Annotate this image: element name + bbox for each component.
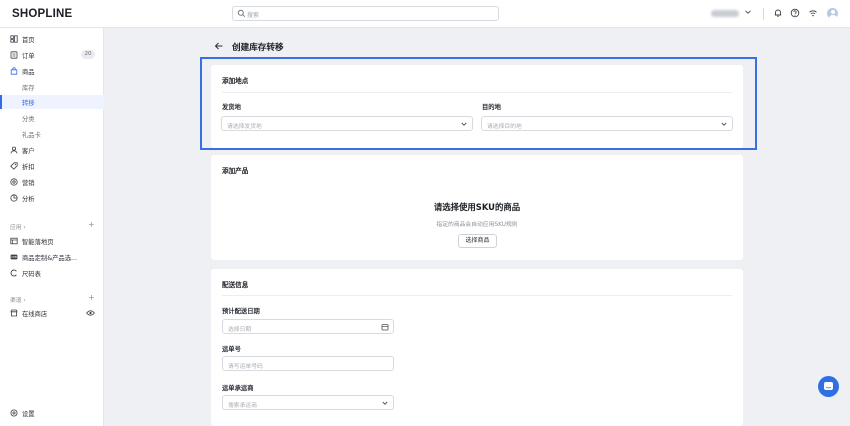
wifi-icon[interactable] <box>808 8 818 18</box>
order-icon <box>10 51 18 59</box>
help-icon[interactable] <box>790 8 800 18</box>
sidebar: 首页 订单 20 商品 库存 转移 分类 礼品卡 客户 折扣 营销 分析 应用 … <box>0 28 104 426</box>
tracking-number-input[interactable]: 请写运单号码 <box>222 356 394 371</box>
sidebar-item-label: 商品定制&产品选... <box>22 255 77 262</box>
sidebar-item-orders[interactable]: 订单 20 <box>0 48 104 62</box>
sidebar-app-landing-page[interactable]: 智能落地页 <box>0 234 104 248</box>
sidebar-item-label: 分析 <box>22 196 35 203</box>
empty-state-title: 请选择使用SKU的商品 <box>433 202 521 212</box>
sidebar-item-label: 智能落地页 <box>22 239 54 246</box>
size-chart-icon <box>10 269 17 277</box>
delivery-date-picker[interactable]: 选择日期 <box>222 319 394 334</box>
sidebar-item-label: 分类 <box>22 116 35 123</box>
search-placeholder: 搜索 <box>247 12 260 19</box>
calendar-icon <box>381 324 389 331</box>
highlight-frame <box>200 57 757 150</box>
search-input[interactable]: 搜索 <box>232 6 499 21</box>
sidebar-item-discounts[interactable]: 折扣 <box>0 159 104 173</box>
sidebar-item-label: 在线商店 <box>22 311 48 318</box>
analytics-icon <box>10 194 18 202</box>
sidebar-app-customizer[interactable]: CPB 商品定制&产品选... <box>0 250 104 264</box>
sidebar-item-transfers[interactable]: 转移 <box>0 95 104 109</box>
add-app-icon[interactable]: + <box>88 221 95 229</box>
card-divider <box>222 295 732 296</box>
chevron-down-icon[interactable] <box>744 8 752 16</box>
sidebar-item-label: 商品 <box>22 69 35 76</box>
shipping-card: 配送信息 预计配送日期 选择日期 运单号 请写运单号码 运单承运商 搜索承运商 <box>211 269 743 426</box>
chat-support-button[interactable] <box>818 376 839 397</box>
marketing-icon <box>10 178 18 186</box>
customize-icon: CPB <box>10 254 18 260</box>
sidebar-item-label: 营销 <box>22 180 35 187</box>
sidebar-item-label: 订单 <box>22 53 35 60</box>
shipping-card-title: 配送信息 <box>222 281 249 289</box>
view-store-eye-icon[interactable] <box>86 309 95 317</box>
bell-icon[interactable] <box>773 8 783 18</box>
page-title: 创建库存转移 <box>232 43 284 53</box>
sidebar-item-inventory[interactable]: 库存 <box>0 80 104 94</box>
tracking-number-label: 运单号 <box>222 346 241 353</box>
sidebar-item-label: 礼品卡 <box>22 132 41 139</box>
sidebar-item-home[interactable]: 首页 <box>0 32 104 46</box>
carrier-select[interactable]: 搜索承运商 <box>222 395 394 410</box>
add-channel-icon[interactable]: + <box>88 294 95 302</box>
sidebar-item-label: 折扣 <box>22 164 35 171</box>
svg-text:CPB: CPB <box>11 255 17 259</box>
sidebar-item-products[interactable]: 商品 <box>0 64 104 78</box>
chevron-down-icon <box>382 401 388 405</box>
sidebar-item-label: 客户 <box>22 148 35 155</box>
avatar[interactable] <box>827 8 838 19</box>
top-bar: SHOPLINE 搜索 <box>0 0 850 28</box>
sidebar-item-label: 首页 <box>22 37 35 44</box>
product-card-title: 添加产品 <box>222 167 249 175</box>
topbar-divider <box>763 8 764 20</box>
sidebar-item-marketing[interactable]: 营销 <box>0 175 104 189</box>
carrier-placeholder: 搜索承运商 <box>228 402 257 409</box>
chat-icon <box>824 382 833 390</box>
store-name-blurred[interactable] <box>711 10 739 17</box>
order-count-badge: 20 <box>81 50 95 59</box>
sidebar-item-gift-cards[interactable]: 礼品卡 <box>0 127 104 141</box>
channels-section-label[interactable]: 渠道 › <box>10 295 26 304</box>
landing-icon <box>10 237 18 245</box>
delivery-date-label: 预计配送日期 <box>222 308 260 315</box>
tracking-number-placeholder: 请写运单号码 <box>228 363 263 370</box>
sidebar-item-label: 库存 <box>22 85 35 92</box>
sidebar-item-label: 转移 <box>22 100 35 107</box>
apps-section-label[interactable]: 应用 › <box>10 222 26 231</box>
carrier-label: 运单承运商 <box>222 385 254 392</box>
empty-state-subtitle: 指定的商品会自动应用SKU规则 <box>436 222 518 228</box>
sidebar-item-label: 尺码表 <box>22 271 41 278</box>
sidebar-item-analytics[interactable]: 分析 <box>0 191 104 205</box>
select-products-button[interactable]: 选择商品 <box>458 234 497 248</box>
gear-icon <box>10 409 18 417</box>
sidebar-item-categories[interactable]: 分类 <box>0 111 104 125</box>
delivery-date-placeholder: 选择日期 <box>228 326 252 333</box>
home-icon <box>10 35 18 43</box>
shopline-logo[interactable]: SHOPLINE <box>12 8 72 20</box>
search-icon <box>237 9 246 18</box>
back-arrow-icon[interactable] <box>214 41 224 51</box>
sidebar-app-size-chart[interactable]: 尺码表 <box>0 266 104 280</box>
sidebar-item-customers[interactable]: 客户 <box>0 143 104 157</box>
customer-icon <box>10 146 18 154</box>
sidebar-item-settings[interactable]: 设置 <box>0 406 104 420</box>
sidebar-channel-online-store[interactable]: 在线商店 <box>0 306 104 320</box>
store-icon <box>10 309 18 317</box>
sidebar-item-label: 设置 <box>22 411 35 418</box>
product-icon <box>10 67 18 75</box>
discount-icon <box>10 162 18 170</box>
